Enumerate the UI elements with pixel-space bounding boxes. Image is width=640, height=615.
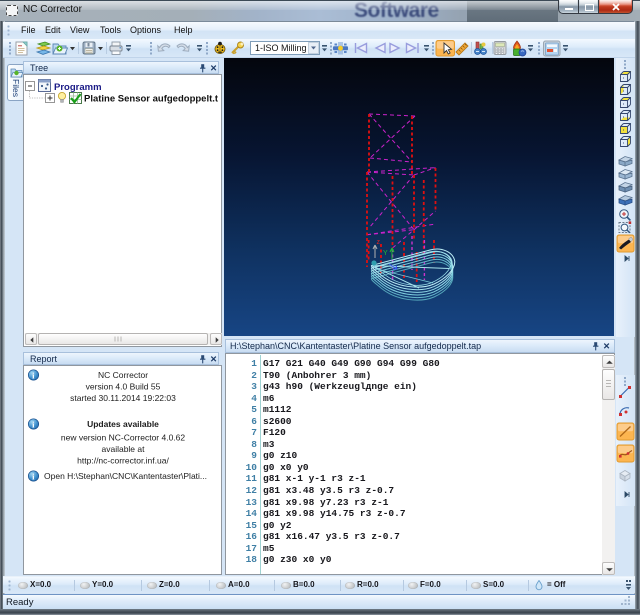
svg-text:new version NC-Corrector 4.0.6: new version NC-Corrector 4.0.62 <box>61 433 186 443</box>
svg-text:Programm: Programm <box>54 82 102 93</box>
svg-text:NC Corrector: NC Corrector <box>98 370 148 380</box>
svg-text:Y: Y <box>383 250 388 257</box>
svg-text:available at: available at <box>101 444 145 454</box>
svg-text:Updates available: Updates available <box>87 419 159 429</box>
svg-text:Platine Sensor aufgedoppelt.t: Platine Sensor aufgedoppelt.t <box>84 94 219 105</box>
svg-text:version 4.0 Build 55: version 4.0 Build 55 <box>86 382 161 392</box>
svg-text:Open H:\Stephan\CNC\Kantentast: Open H:\Stephan\CNC\Kantentaster\Plati..… <box>44 471 207 481</box>
svg-text:1-ISO Milling: 1-ISO Milling <box>255 43 307 53</box>
svg-text:http://nc-corrector.inf.ua/: http://nc-corrector.inf.ua/ <box>77 456 169 466</box>
svg-text:z: z <box>377 239 381 246</box>
svg-text:started 30.11.2014 19:22:03: started 30.11.2014 19:22:03 <box>70 393 176 403</box>
